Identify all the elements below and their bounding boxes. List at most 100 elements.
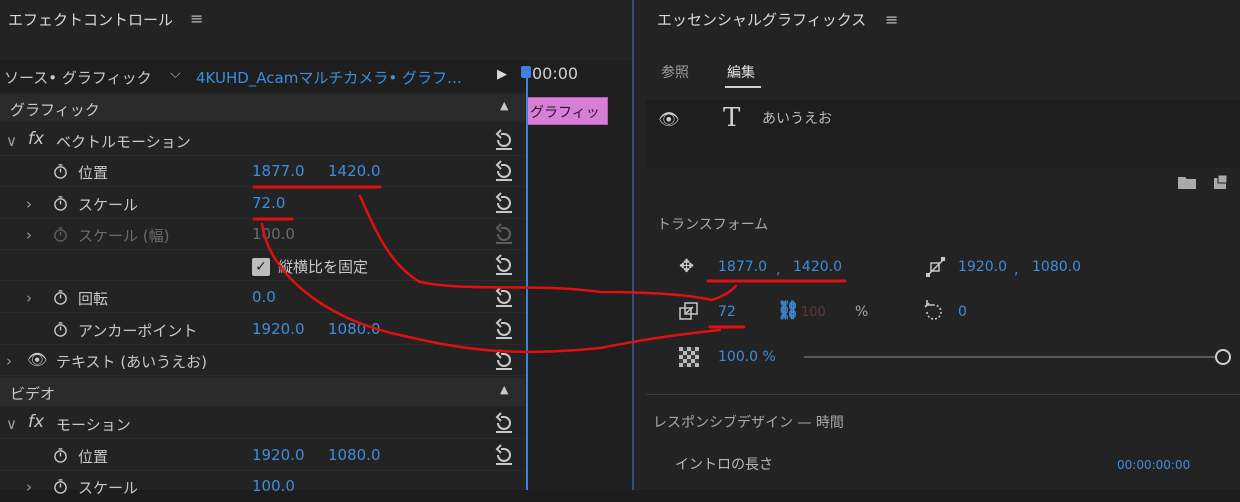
position-x-field[interactable]: 1877.0 <box>718 259 767 275</box>
motion-scale-value[interactable]: 100.0 <box>252 477 295 495</box>
reset-icon[interactable] <box>492 159 516 183</box>
checkbox-checked-icon[interactable]: ✓ <box>252 258 270 276</box>
stopwatch-icon[interactable] <box>53 322 68 337</box>
intro-label: イントロの長さ <box>675 457 773 473</box>
uniform-scale-label: 縦横比を固定 <box>278 258 369 276</box>
link-icon[interactable]: ⛓ <box>777 300 800 321</box>
collapse-up-icon[interactable]: ▲ <box>500 99 508 112</box>
rotation-field[interactable]: 0 <box>958 304 967 320</box>
fx-icon[interactable]: fx <box>28 129 44 149</box>
rotate-icon <box>924 300 942 320</box>
reset-icon[interactable] <box>492 411 516 435</box>
essential-graphics-panel: エッセンシャルグラフィックス ≡ 参照 編集 👁 T あいうえお トランスフォー… <box>634 0 1240 490</box>
layer-list: 👁 T あいうえお <box>646 100 1240 168</box>
anchor-x-field[interactable]: 1920.0 <box>958 259 1007 275</box>
position-y-value[interactable]: 1420.0 <box>328 162 381 180</box>
expand-chevron-icon: › <box>26 226 32 244</box>
expand-chevron-icon[interactable]: › <box>26 478 32 496</box>
stopwatch-icon <box>54 227 67 242</box>
motion-scale: › スケール 100.0 <box>0 471 526 502</box>
scale-field[interactable]: 72 <box>718 304 736 320</box>
chevron-down-icon[interactable]: ⌵ <box>170 66 181 82</box>
opacity-slider[interactable] <box>804 356 1220 358</box>
graphic-clip[interactable]: グラフィッ <box>526 97 608 125</box>
expand-chevron-icon[interactable]: › <box>26 289 32 307</box>
rotation-value[interactable]: 0.0 <box>252 288 276 306</box>
param-scale: › スケール 72.0 <box>0 188 526 219</box>
expand-chevron-icon[interactable]: ∨ <box>6 415 17 433</box>
param-label: 位置 <box>78 164 109 182</box>
panel-menu-icon[interactable]: ≡ <box>885 10 898 29</box>
scale-width-field: 100 <box>801 305 826 320</box>
stopwatch-icon[interactable] <box>53 196 68 211</box>
timecode: 00:00 <box>532 64 579 83</box>
expand-chevron-icon[interactable]: ∨ <box>6 132 17 150</box>
effect-controls-panel: エフェクトコントロール ≡ ソース• グラフィック ⌵ 4KUHD_Acamマル… <box>0 0 632 497</box>
collapse-up-icon[interactable]: ▲ <box>500 383 508 396</box>
intro-duration-field[interactable]: 00:00:00:00 <box>1117 458 1190 472</box>
param-anchor: アンカーポイント 1920.0 1080.0 <box>0 314 526 345</box>
new-layer-icon[interactable] <box>1212 174 1228 190</box>
expand-chevron-icon[interactable]: › <box>6 352 12 370</box>
reset-icon[interactable] <box>492 253 516 277</box>
reset-icon[interactable] <box>492 317 516 341</box>
reset-icon[interactable] <box>492 285 516 309</box>
scale-width-value: 100.0 <box>252 225 295 243</box>
folder-icon[interactable] <box>1177 174 1197 190</box>
expand-chevron-icon[interactable]: › <box>26 195 32 213</box>
param-rotation: › 回転 0.0 <box>0 282 526 313</box>
anchor-x-value[interactable]: 1920.0 <box>252 320 305 338</box>
stopwatch-icon[interactable] <box>53 448 68 463</box>
opacity-field[interactable]: 100.0 % <box>718 349 776 365</box>
anchor-separator: , <box>1014 262 1019 278</box>
panel-menu-icon[interactable]: ≡ <box>190 9 203 28</box>
anchor-point-icon <box>926 257 946 277</box>
position-separator: , <box>776 262 781 278</box>
playhead-handle[interactable] <box>521 66 531 78</box>
param-scale-width: › スケール (幅) 100.0 <box>0 219 526 250</box>
anchor-y-value[interactable]: 1080.0 <box>328 320 381 338</box>
panel-title: エフェクトコントロール <box>8 11 174 29</box>
scale-value[interactable]: 72.0 <box>252 194 285 212</box>
playhead[interactable] <box>526 68 528 490</box>
anchor-y-field[interactable]: 1080.0 <box>1032 259 1081 275</box>
position-y-field[interactable]: 1420.0 <box>793 259 842 275</box>
layer-text[interactable]: あいうえお <box>762 108 832 128</box>
param-label: スケール (幅) <box>78 227 170 245</box>
param-label: スケール <box>78 196 139 214</box>
opacity-slider-handle[interactable] <box>1215 349 1231 365</box>
section-graphic: グラフィック ▲ <box>0 94 526 122</box>
clip-bar-label: グラフィッ <box>530 105 600 121</box>
reset-icon[interactable] <box>492 348 516 372</box>
stopwatch-icon[interactable] <box>53 164 68 179</box>
position-x-value[interactable]: 1877.0 <box>252 162 305 180</box>
reset-icon[interactable] <box>492 191 516 215</box>
motion-position-y[interactable]: 1080.0 <box>328 446 381 464</box>
percent-label: % <box>855 304 869 320</box>
reset-icon[interactable] <box>492 443 516 467</box>
param-label: 回転 <box>78 290 109 308</box>
stopwatch-icon[interactable] <box>53 479 68 494</box>
source-bar: ソース• グラフィック ⌵ 4KUHD_Acamマルチカメラ• グラフ… ▶ <box>0 60 526 92</box>
clip-selector[interactable]: 4KUHD_Acamマルチカメラ• グラフ… <box>196 67 462 88</box>
effect-motion[interactable]: ∨ fx モーション <box>0 408 526 439</box>
text-type-icon: T <box>723 103 741 133</box>
tab-edit[interactable]: 編集 <box>727 62 755 82</box>
reset-icon[interactable] <box>492 128 516 152</box>
stopwatch-icon[interactable] <box>53 290 68 305</box>
scale-icon <box>679 302 698 320</box>
eye-icon[interactable]: 👁 <box>27 350 47 369</box>
effect-vector-motion[interactable]: ∨ fx ベクトルモーション <box>0 125 526 156</box>
param-uniform-scale: ✓ 縦横比を固定 <box>0 250 526 281</box>
section-graphic-label: グラフィック <box>10 101 100 119</box>
play-icon[interactable]: ▶ <box>497 67 507 82</box>
section-video: ビデオ ▲ <box>0 378 526 406</box>
text-layer-row[interactable]: › 👁 テキスト (あいうえお) <box>0 345 526 376</box>
motion-position: 位置 1920.0 1080.0 <box>0 440 526 471</box>
reset-icon <box>495 223 512 244</box>
param-label: 位置 <box>78 448 109 466</box>
eye-icon[interactable]: 👁 <box>658 110 680 130</box>
motion-position-x[interactable]: 1920.0 <box>252 446 305 464</box>
fx-icon[interactable]: fx <box>28 412 44 432</box>
tab-browse[interactable]: 参照 <box>661 62 689 82</box>
